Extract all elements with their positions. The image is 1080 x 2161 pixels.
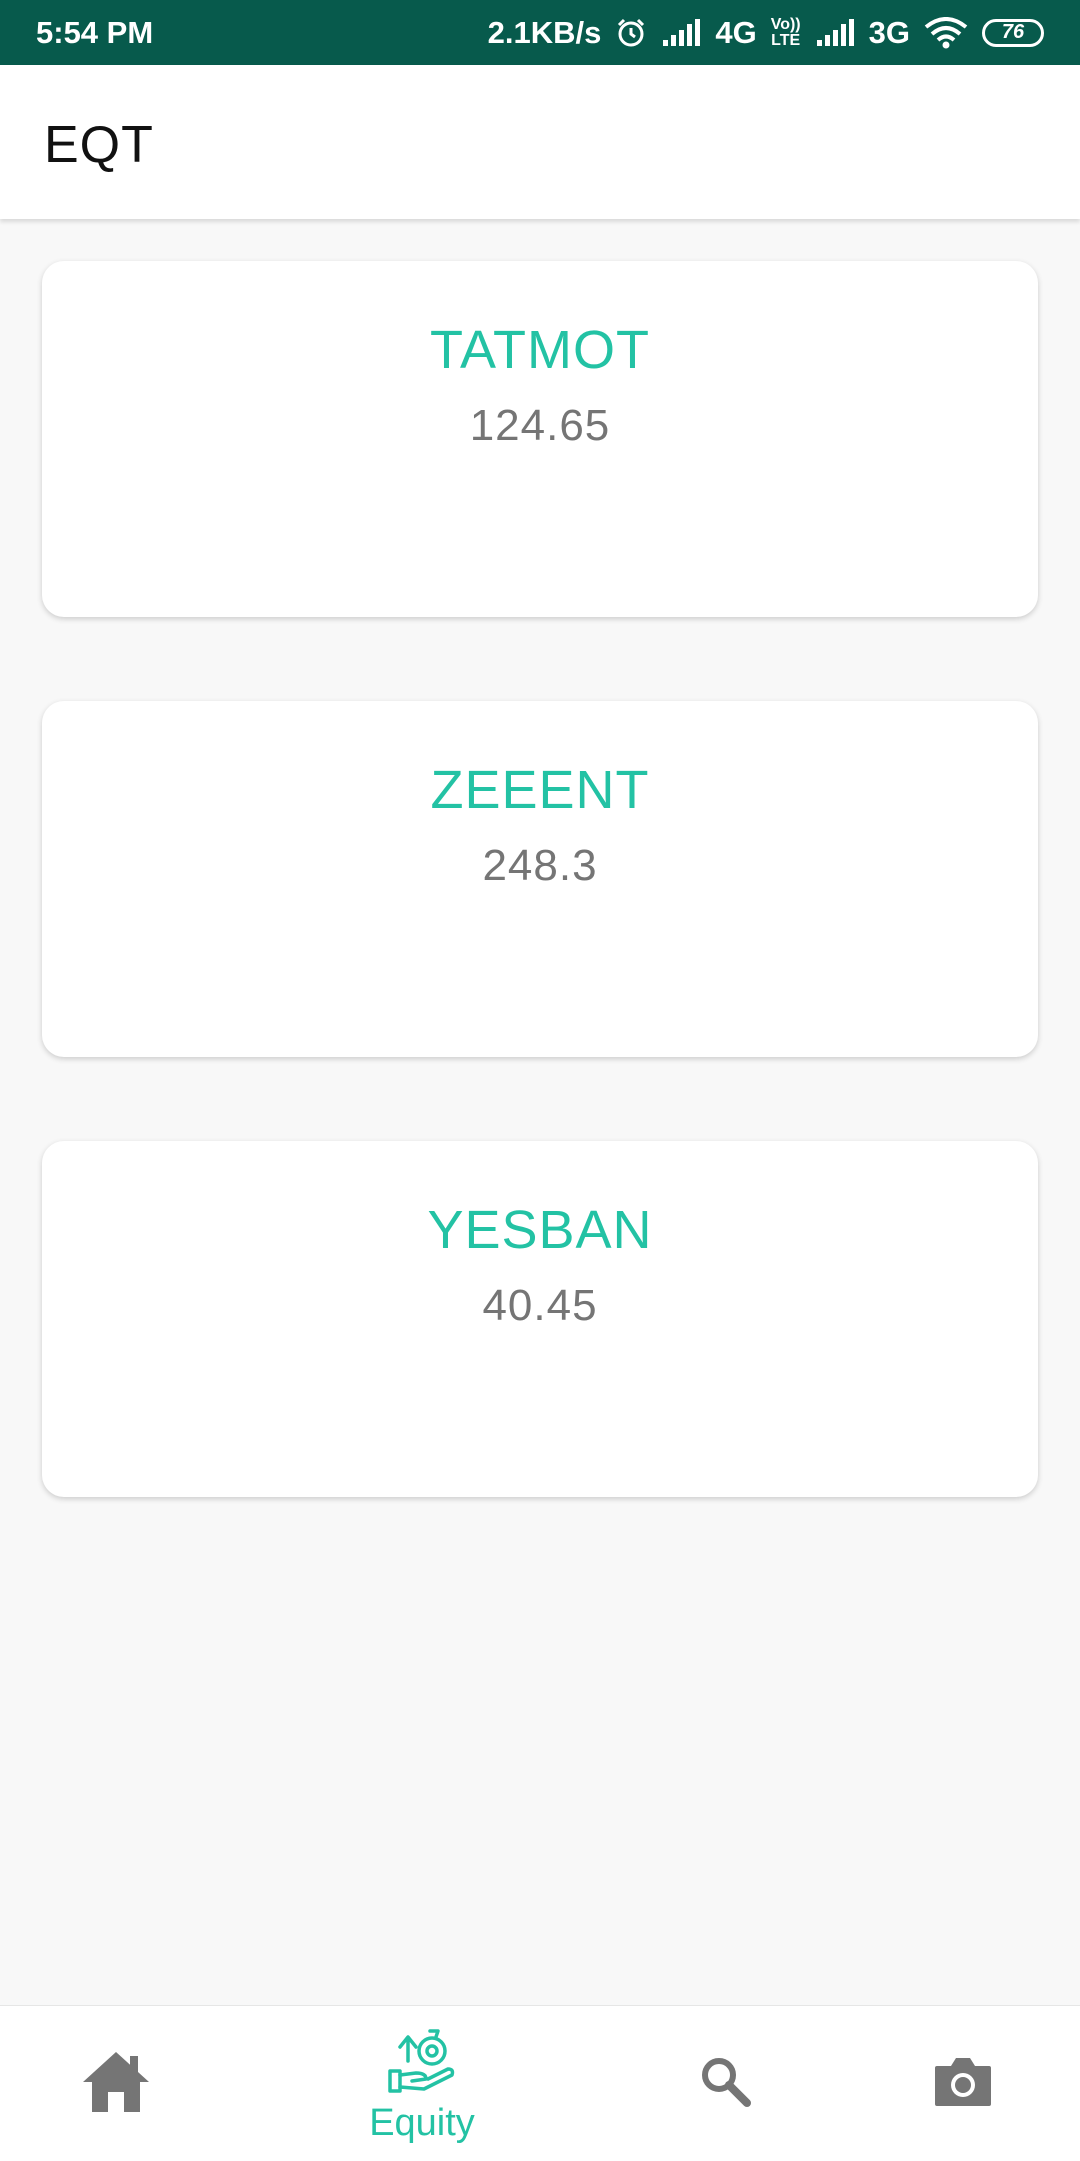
equity-icon — [386, 2023, 458, 2100]
nav-search[interactable] — [670, 2006, 780, 2161]
network-speed: 2.1KB/s — [487, 14, 602, 50]
nav-home[interactable] — [56, 2006, 176, 2161]
stock-card[interactable]: TATMOT 124.65 — [42, 261, 1038, 617]
signal-icon — [815, 18, 855, 48]
status-time: 5:54 PM — [36, 14, 154, 50]
app-bar: EQT — [0, 65, 1080, 219]
wifi-icon — [924, 16, 968, 49]
nav-equity-label: Equity — [369, 2101, 475, 2144]
signal-icon — [661, 18, 701, 48]
volte-indicator: Vo)) LTE — [770, 15, 801, 49]
volte-top: Vo)) — [770, 15, 801, 33]
status-bar: 5:54 PM 2.1KB/s 4G Vo)) LTE 3G 76 — [0, 0, 1080, 65]
nav-camera[interactable] — [908, 2006, 1018, 2161]
stock-symbol: ZEEENT — [430, 760, 650, 820]
sim1-network-type: 4G — [715, 14, 757, 50]
sim2-network-type: 3G — [868, 14, 910, 50]
status-indicators: 2.1KB/s 4G Vo)) LTE 3G 76 — [488, 15, 1044, 51]
camera-icon — [933, 2054, 993, 2113]
stock-card[interactable]: ZEEENT 248.3 — [42, 701, 1038, 1057]
home-icon — [80, 2048, 152, 2119]
stock-price: 40.45 — [482, 1281, 598, 1330]
stock-price: 124.65 — [469, 401, 611, 450]
alarm-icon — [615, 17, 647, 49]
stock-symbol: YESBAN — [427, 1200, 653, 1260]
page-title: EQT — [44, 116, 154, 174]
stock-price: 248.3 — [482, 841, 598, 890]
battery-level: 76 — [1001, 21, 1025, 43]
battery-indicator: 76 — [982, 18, 1044, 47]
nav-equity[interactable]: Equity — [350, 2006, 494, 2161]
search-icon — [697, 2053, 753, 2114]
stock-symbol: TATMOT — [430, 320, 650, 380]
volte-bottom: LTE — [771, 31, 801, 49]
bottom-navigation: Equity — [0, 2005, 1080, 2161]
stock-card[interactable]: YESBAN 40.45 — [42, 1141, 1038, 1497]
